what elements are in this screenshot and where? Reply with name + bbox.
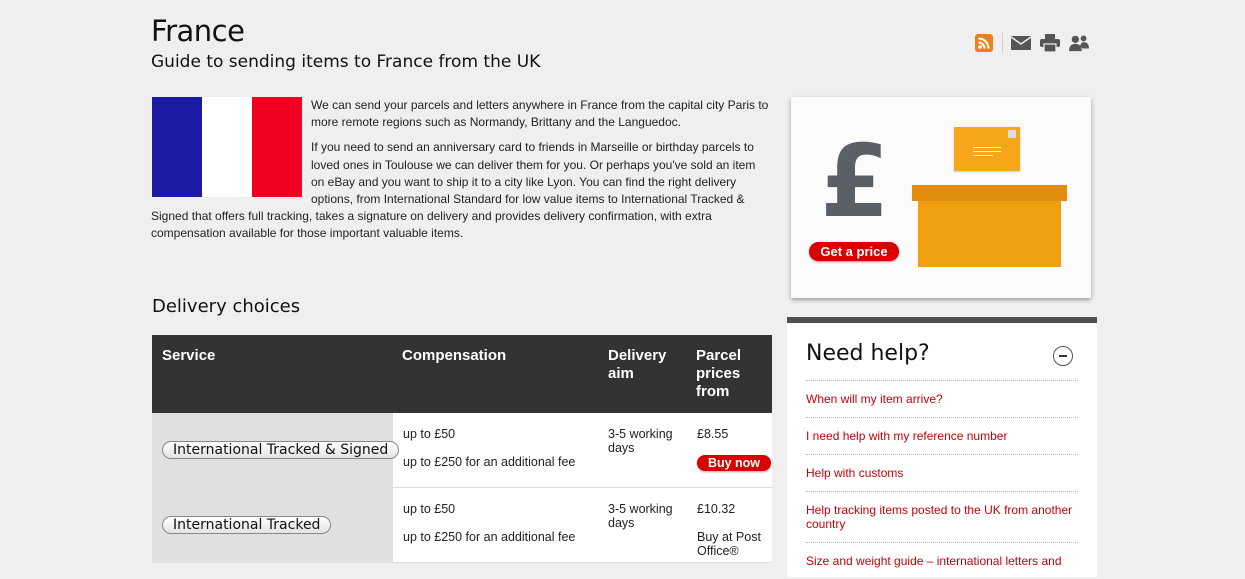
help-link[interactable]: Size and weight guide – international le… [806, 542, 1078, 579]
help-link[interactable]: When will my item arrive? [806, 380, 1078, 417]
get-a-price-button[interactable]: Get a price [809, 242, 899, 261]
envelope-icon [954, 127, 1020, 171]
help-link[interactable]: Help tracking items posted to the UK fro… [806, 491, 1078, 542]
pound-icon: £ [820, 123, 890, 240]
collapse-minus-icon[interactable] [1053, 346, 1073, 366]
help-link[interactable]: I need help with my reference number [806, 417, 1078, 454]
delivery-choices-heading: Delivery choices [152, 296, 301, 317]
rss-icon [975, 34, 993, 52]
table-row: International Tracked up to £50 up to £2… [152, 488, 772, 563]
need-help-title: Need help? [806, 341, 930, 366]
buy-at-post-office-text: Buy at Post Office® [697, 530, 761, 558]
table-row: International Tracked & Signed up to £50… [152, 413, 772, 488]
column-header-service: Service [162, 347, 216, 364]
delivery-table: Service Compensation Delivery aim Parcel… [152, 335, 772, 563]
share-button[interactable] [1069, 33, 1089, 53]
help-links-list: When will my item arrive? I need help wi… [806, 380, 1078, 579]
page-title: France [151, 14, 245, 48]
compensation-value: up to £50 [403, 502, 456, 516]
help-link[interactable]: Help with customs [806, 454, 1078, 491]
rss-button[interactable] [974, 33, 994, 53]
email-button[interactable] [1011, 33, 1031, 53]
delivery-aim-value: 3-5 working days [608, 427, 673, 455]
column-header-delivery-aim: Delivery aim [608, 347, 667, 382]
table-header: Service Compensation Delivery aim Parcel… [152, 335, 772, 413]
buy-now-button[interactable]: Buy now [697, 455, 771, 471]
share-icon [1069, 35, 1089, 52]
price-value: £10.32 [697, 502, 736, 516]
parcel-box-body [918, 201, 1061, 267]
compensation-extra: up to £250 for an additional fee [403, 455, 576, 469]
service-button[interactable]: International Tracked & Signed [162, 441, 400, 459]
print-icon [1040, 34, 1060, 52]
need-help-panel: Need help? When will my item arrive? I n… [787, 317, 1097, 577]
price-value: £8.55 [697, 427, 729, 441]
delivery-aim-value: 3-5 working days [608, 502, 673, 530]
service-button[interactable]: International Tracked [162, 516, 332, 534]
print-button[interactable] [1040, 33, 1060, 53]
compensation-extra: up to £250 for an additional fee [403, 530, 576, 544]
compensation-value: up to £50 [403, 427, 456, 441]
column-header-compensation: Compensation [402, 347, 507, 364]
parcel-box-icon [912, 185, 1067, 201]
toolbar-divider [1002, 33, 1003, 53]
page-toolbar [974, 32, 1089, 54]
column-header-price: Parcel prices from [696, 347, 742, 400]
email-icon [1011, 36, 1031, 50]
intro-text: We can send your parcels and letters any… [151, 97, 771, 251]
page-subtitle: Guide to sending items to France from th… [151, 52, 541, 72]
